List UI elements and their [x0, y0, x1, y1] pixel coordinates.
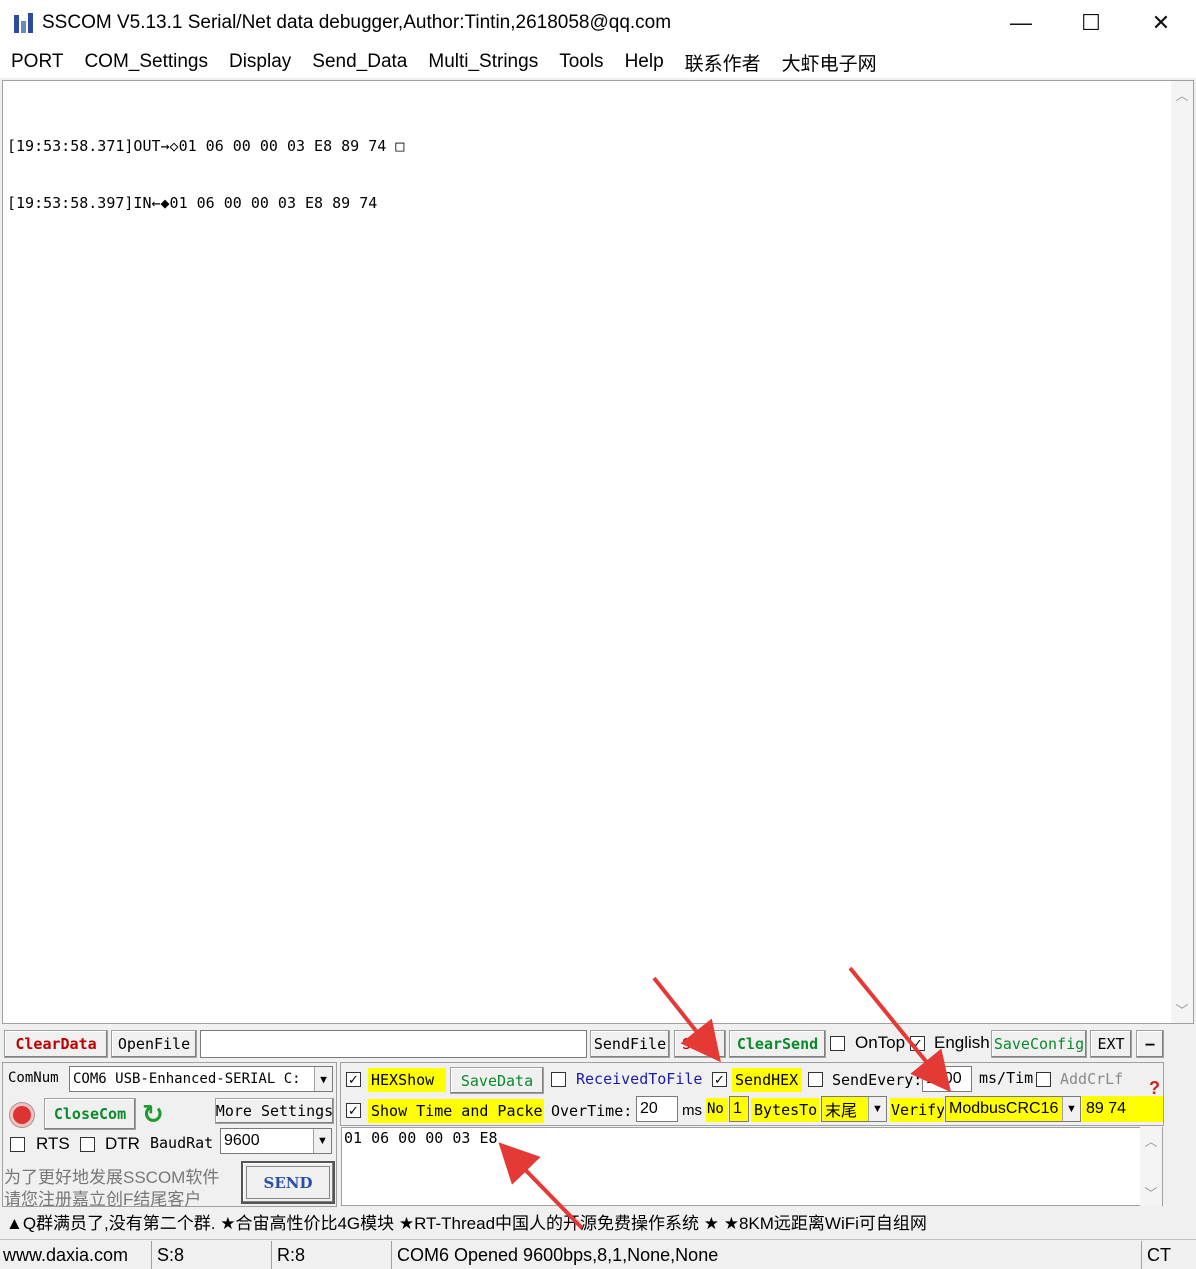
receive-line: [19:53:58.397]IN←◆01 06 00 00 03 E8 89 7… — [7, 194, 378, 212]
send-file-button[interactable]: SendFile — [590, 1030, 670, 1058]
clear-data-button[interactable]: ClearData — [4, 1030, 108, 1058]
overtime-input[interactable]: 20 — [636, 1096, 678, 1122]
send-scrollbar[interactable]: ︿ ﹀ — [1140, 1127, 1162, 1206]
chevron-down-icon[interactable]: ▼ — [868, 1097, 886, 1121]
receive-area[interactable]: [19:53:58.371]OUT→◇01 06 00 00 03 E8 89 … — [2, 80, 1194, 1024]
crc-result-display: 89 74 — [1082, 1096, 1163, 1122]
close-button[interactable]: ✕ — [1126, 0, 1196, 46]
status-bar: www.daxia.com S:8 R:8 COM6 Opened 9600bp… — [0, 1239, 1196, 1269]
close-com-button[interactable]: CloseCom — [44, 1098, 136, 1130]
send-every-checkbox[interactable] — [808, 1072, 823, 1087]
menu-contact-author[interactable]: 联系作者 — [685, 49, 761, 76]
no-input[interactable]: 1 — [729, 1096, 749, 1122]
add-crlf-label: AddCrLf — [1060, 1070, 1124, 1088]
add-crlf-checkbox[interactable] — [1036, 1072, 1051, 1087]
menu-help[interactable]: Help — [625, 51, 664, 73]
send-input-area[interactable]: 01 06 00 00 03 E8 — [341, 1127, 1163, 1206]
chevron-down-icon[interactable]: ▼ — [1062, 1097, 1080, 1121]
baud-rate-value: 9600 — [224, 1132, 260, 1149]
dtr-label: DTR — [105, 1134, 140, 1153]
send-hex-checkbox[interactable]: ✓ — [712, 1072, 727, 1087]
english-checkbox[interactable]: ✓ — [910, 1036, 925, 1051]
received-to-file-label: ReceivedToFile — [576, 1070, 703, 1088]
com-port-select[interactable]: COM6 USB-Enhanced-SERIAL C: ▼ — [69, 1066, 333, 1092]
title-bar: SSCOM V5.13.1 Serial/Net data debugger,A… — [0, 0, 1196, 46]
status-sent-count: S:8 — [154, 1241, 272, 1269]
baud-rate-label: BaudRat — [150, 1134, 214, 1152]
clear-send-button[interactable]: ClearSend — [729, 1030, 826, 1058]
news-ticker[interactable]: ▲Q群满员了,没有第二个群. ★合宙高性价比4G模块 ★RT-Thread中国人… — [2, 1208, 1194, 1235]
ms-label: ms — [682, 1102, 702, 1119]
ms-tim-label: ms/Tim — [979, 1069, 1034, 1087]
port-status-icon — [10, 1103, 34, 1127]
menu-com-settings[interactable]: COM_Settings — [84, 51, 208, 73]
promo-line-2[interactable]: 请您注册嘉立创F结尾客户 — [4, 1185, 201, 1210]
baud-rate-select[interactable]: 9600 ▼ — [220, 1128, 332, 1154]
bytes-to-select[interactable]: 末尾 ▼ — [821, 1096, 887, 1122]
ext-button[interactable]: EXT — [1090, 1030, 1132, 1058]
menu-display[interactable]: Display — [229, 51, 291, 73]
send-every-input[interactable]: 1000 — [922, 1066, 972, 1092]
send-button-frame: SEND — [241, 1161, 335, 1204]
status-cts: CT — [1147, 1244, 1171, 1265]
scroll-down-icon[interactable]: ﹀ — [1143, 1183, 1159, 1202]
send-button[interactable]: SEND — [246, 1166, 330, 1199]
open-file-button[interactable]: OpenFile — [111, 1030, 197, 1058]
menu-port[interactable]: PORT — [11, 51, 63, 73]
hex-show-label: HEXShow — [368, 1068, 446, 1092]
status-port-state: COM6 Opened 9600bps,8,1,None,None — [394, 1241, 1142, 1269]
chevron-down-icon[interactable]: ▼ — [314, 1067, 332, 1091]
dtr-checkbox[interactable] — [80, 1137, 95, 1152]
on-top-checkbox[interactable] — [830, 1036, 845, 1051]
verify-select[interactable]: ModbusCRC16 ▼ — [945, 1096, 1081, 1122]
overtime-label: OverTime: — [551, 1102, 633, 1120]
send-hex-label: SendHEX — [732, 1068, 802, 1092]
rts-label: RTS — [36, 1134, 70, 1153]
hex-show-checkbox[interactable]: ✓ — [346, 1072, 361, 1087]
scroll-down-icon[interactable]: ﹀ — [1174, 1000, 1190, 1019]
menu-send-data[interactable]: Send_Data — [312, 51, 407, 73]
bytes-to-label: BytesTo — [751, 1098, 819, 1122]
menu-daxia-site[interactable]: 大虾电子网 — [782, 49, 877, 76]
bytes-to-value: 末尾 — [825, 1103, 858, 1120]
send-input-text: 01 06 00 00 03 E8 — [344, 1129, 498, 1147]
show-time-label: Show Time and Packe — [368, 1099, 544, 1123]
status-received-count: R:8 — [274, 1241, 392, 1269]
menu-tools[interactable]: Tools — [559, 51, 603, 73]
received-to-file-checkbox[interactable] — [551, 1072, 566, 1087]
receive-scrollbar[interactable]: ︿ ﹀ — [1171, 81, 1193, 1023]
scroll-up-icon[interactable]: ︿ — [1174, 85, 1190, 104]
send-every-label: SendEvery: — [832, 1071, 923, 1089]
stop-button[interactable]: Stop — [674, 1030, 726, 1058]
chevron-down-icon[interactable]: ▼ — [313, 1129, 331, 1153]
english-label: English — [934, 1033, 990, 1052]
com-port-value: COM6 USB-Enhanced-SERIAL C: — [73, 1071, 301, 1087]
on-top-label: OnTop — [855, 1033, 906, 1052]
collapse-button[interactable]: — — [1136, 1030, 1164, 1058]
menu-bar: PORT COM_Settings Display Send_Data Mult… — [0, 46, 1196, 78]
rts-checkbox[interactable] — [10, 1137, 25, 1152]
save-data-button[interactable]: SaveData — [450, 1067, 544, 1094]
show-time-checkbox[interactable]: ✓ — [346, 1103, 361, 1118]
window-title: SSCOM V5.13.1 Serial/Net data debugger,A… — [42, 12, 672, 33]
file-path-input[interactable] — [200, 1030, 587, 1058]
com-num-label: ComNum — [8, 1070, 59, 1086]
status-site-link[interactable]: www.daxia.com — [0, 1241, 152, 1269]
save-config-button[interactable]: SaveConfig — [991, 1030, 1087, 1058]
verify-value: ModbusCRC16 — [949, 1100, 1059, 1117]
minimize-button[interactable]: — — [986, 0, 1056, 46]
no-label: No — [706, 1098, 728, 1122]
more-settings-button[interactable]: More Settings — [215, 1098, 334, 1124]
maximize-button[interactable]: ☐ — [1056, 0, 1126, 46]
scroll-up-icon[interactable]: ︿ — [1143, 1131, 1159, 1150]
menu-multi-strings[interactable]: Multi_Strings — [428, 51, 538, 73]
app-logo-icon — [12, 11, 36, 35]
verify-label: Verify — [890, 1098, 944, 1122]
refresh-icon[interactable]: ↻ — [142, 1100, 170, 1128]
receive-line: [19:53:58.371]OUT→◇01 06 00 00 03 E8 89 … — [7, 137, 405, 155]
